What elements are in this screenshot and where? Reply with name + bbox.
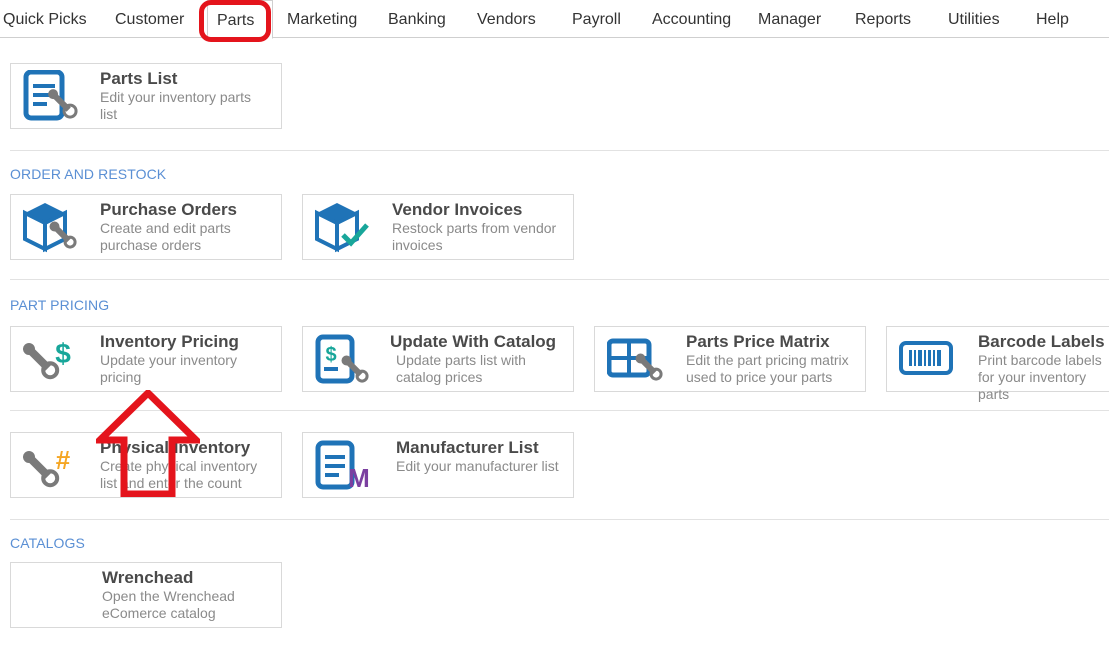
vendor-invoices-desc: Restock parts from vendor invoices — [392, 220, 557, 253]
barcode-icon — [899, 341, 953, 375]
inventory-pricing-desc: Update your inventory pricing — [100, 352, 237, 385]
divider — [10, 279, 1109, 280]
nav-reports[interactable]: Reports — [855, 11, 911, 29]
document-m-icon: M — [315, 440, 370, 491]
manufacturer-list-card[interactable]: M Manufacturer List Edit your manufactur… — [302, 432, 574, 498]
physical-inventory-title: Physical Inventory — [100, 438, 251, 457]
price-matrix-title: Parts Price Matrix — [686, 332, 830, 351]
update-catalog-desc: Update parts list with catalog prices — [396, 352, 526, 385]
section-order-restock: ORDER AND RESTOCK — [10, 166, 167, 182]
update-catalog-card[interactable]: $ Update With Catalog Update parts list … — [302, 326, 574, 392]
grid-wrench-icon — [607, 338, 663, 381]
top-nav: Quick Picks Customer Parts Marketing Ban… — [0, 0, 1109, 39]
nav-customer[interactable]: Customer — [115, 11, 184, 29]
wrenchead-desc: Open the Wrenchead eComerce catalog — [102, 588, 235, 621]
update-catalog-title: Update With Catalog — [390, 332, 557, 351]
inventory-pricing-title: Inventory Pricing — [100, 332, 239, 351]
wrench-dollar-icon: $ — [23, 338, 71, 380]
purchase-orders-title: Purchase Orders — [100, 200, 238, 219]
nav-manager[interactable]: Manager — [758, 11, 821, 29]
purchase-orders-desc: Create and edit parts purchase orders — [100, 220, 231, 253]
inventory-pricing-card[interactable]: $ Inventory Pricing Update your inventor… — [10, 326, 282, 392]
price-matrix-desc: Edit the part pricing matrix used to pri… — [686, 352, 849, 385]
nav-quick-picks[interactable]: Quick Picks — [3, 11, 87, 29]
physical-inventory-desc: Create physical inventory list and enter… — [100, 458, 258, 491]
barcode-labels-desc: Print barcode labels for your inventory … — [978, 352, 1102, 402]
nav-utilities[interactable]: Utilities — [948, 11, 1000, 29]
price-matrix-card[interactable]: Parts Price Matrix Edit the part pricing… — [594, 326, 866, 392]
nav-help[interactable]: Help — [1036, 11, 1069, 29]
vendor-invoices-title: Vendor Invoices — [392, 200, 523, 219]
manufacturer-list-desc: Edit your manufacturer list — [396, 458, 559, 474]
nav-banking[interactable]: Banking — [388, 11, 446, 29]
physical-inventory-card[interactable]: # Physical Inventory Create physical inv… — [10, 432, 282, 498]
nav-accounting[interactable]: Accounting — [652, 11, 731, 29]
nav-marketing[interactable]: Marketing — [287, 11, 357, 29]
parts-list-card[interactable]: Parts List Edit your inventory parts lis… — [10, 63, 282, 129]
nav-payroll[interactable]: Payroll — [572, 11, 621, 29]
wrench-hash-icon: # — [23, 445, 71, 488]
document-wrench-icon — [23, 70, 78, 121]
vendor-invoices-card[interactable]: Vendor Invoices Restock parts from vendo… — [302, 194, 574, 260]
manufacturer-list-title: Manufacturer List — [396, 438, 539, 457]
svg-text:$: $ — [55, 338, 71, 369]
section-catalogs: CATALOGS — [10, 535, 85, 551]
svg-text:M: M — [348, 463, 370, 491]
barcode-labels-title: Barcode Labels — [978, 332, 1105, 351]
wrenchead-title: Wrenchead — [102, 568, 194, 587]
box-check-icon — [315, 203, 369, 253]
box-wrench-icon — [23, 203, 77, 253]
divider — [10, 150, 1109, 151]
nav-vendors[interactable]: Vendors — [477, 11, 536, 29]
wrenchead-card[interactable]: Wrenchead Open the Wrenchead eComerce ca… — [10, 562, 282, 628]
nav-parts-label: Parts — [217, 12, 255, 29]
parts-list-title: Parts List — [100, 69, 178, 88]
document-dollar-icon: $ — [315, 334, 369, 384]
svg-text:$: $ — [325, 344, 336, 366]
purchase-orders-card[interactable]: Purchase Orders Create and edit parts pu… — [10, 194, 282, 260]
section-part-pricing: PART PRICING — [10, 297, 110, 313]
divider — [10, 410, 1109, 411]
barcode-labels-card[interactable]: Barcode Labels Print barcode labels for … — [886, 326, 1109, 402]
divider — [10, 519, 1109, 520]
nav-parts[interactable]: Parts — [207, 0, 273, 39]
svg-text:#: # — [56, 445, 71, 475]
parts-list-desc: Edit your inventory parts list — [100, 89, 251, 122]
